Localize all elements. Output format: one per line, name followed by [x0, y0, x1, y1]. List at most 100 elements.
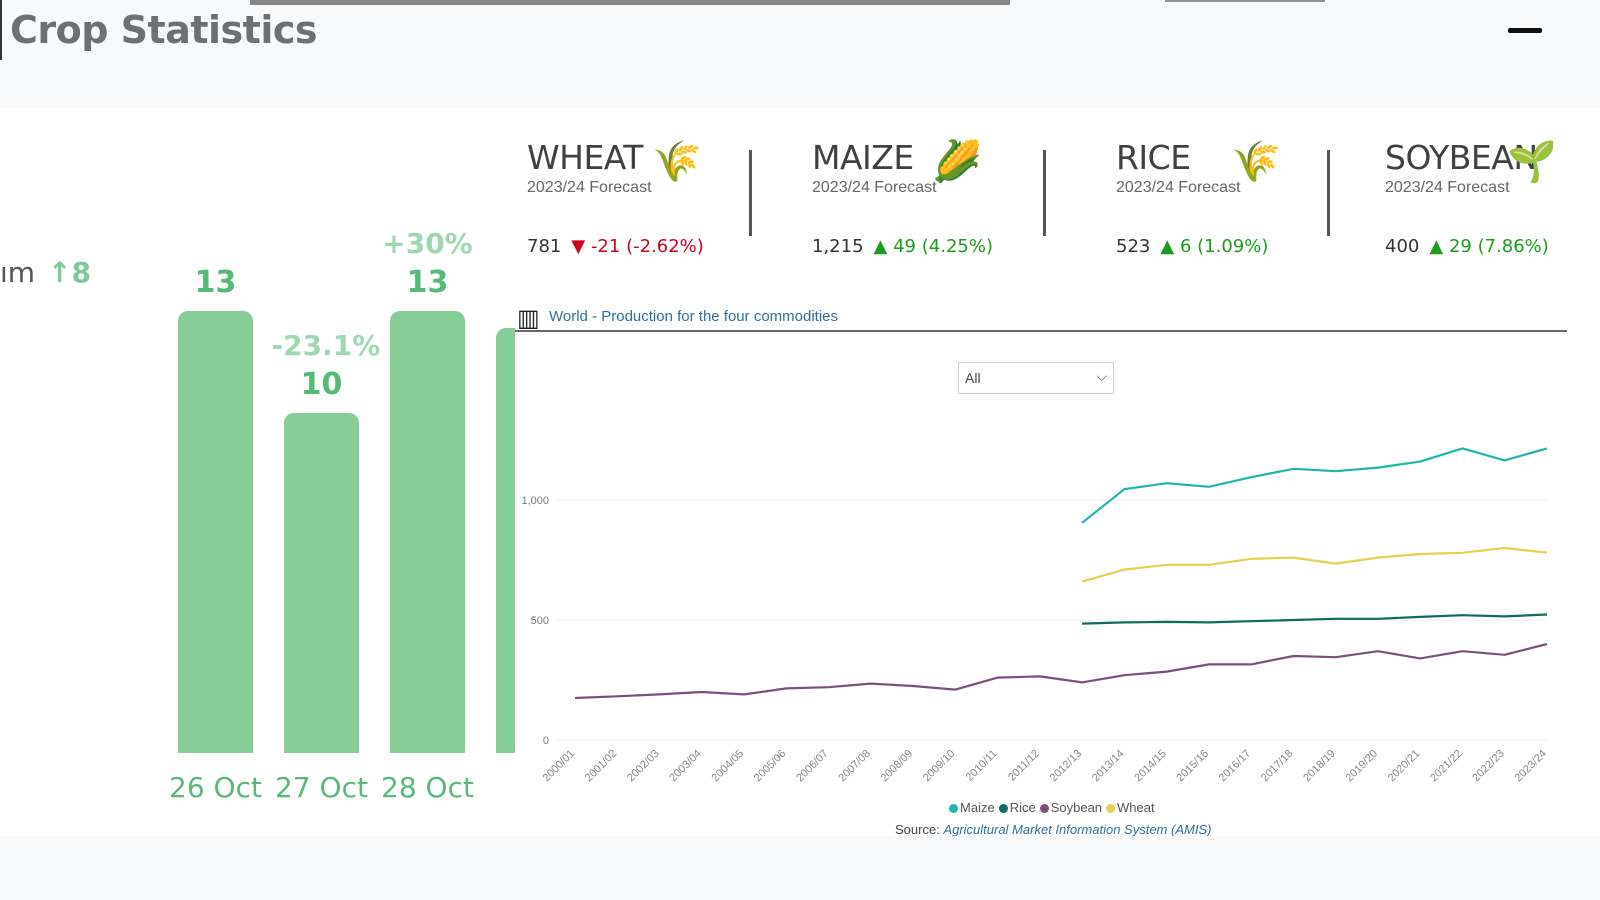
rice-icon: 🌾 [1231, 140, 1281, 184]
kpi-value: 1,215 [812, 236, 864, 257]
chart-source: Source: Agricultural Market Information … [895, 822, 1212, 836]
kpi-name: WHEAT [527, 138, 643, 177]
x-tick-label: 2009/10 [921, 748, 958, 785]
x-tick-label: 2015/16 [1174, 748, 1211, 785]
x-tick-label: 2002/03 [625, 748, 662, 785]
x-tick-label: 2016/17 [1217, 748, 1254, 785]
triangle-up-icon: ▲ [873, 236, 888, 257]
x-tick-label: 2005/06 [752, 748, 789, 785]
kpi-divider [749, 150, 752, 236]
kpi-subtitle: 2023/24 Forecast [1385, 179, 1510, 196]
x-tick-label: 2003/04 [667, 748, 704, 785]
production-line-chart: 05001,0002000/01 2001/02 2002/03 2003/04 200… [521, 447, 1550, 785]
kpi-change: -21 [590, 236, 621, 257]
dropdown-value: All [965, 370, 981, 386]
bar-2[interactable] [390, 311, 465, 753]
x-tick-label: 2004/05 [710, 748, 747, 785]
legend-dot [1039, 804, 1049, 814]
legend-dot [1106, 804, 1116, 814]
kpi-card-rice[interactable]: RICE 2023/24 Forecast 🌾 523 ▲ 6 (1.09%) [1116, 138, 1356, 268]
bar-date-label: 28 Oct [381, 771, 474, 804]
kpi-values: 781 ▼ -21 (-2.62%) [527, 236, 704, 257]
legend-label: Rice [1009, 800, 1036, 815]
legend-item-soybean[interactable]: Soybean [1036, 800, 1102, 815]
chart-title: World - Production for the four commodit… [549, 308, 839, 325]
x-tick-label: 2014/15 [1132, 748, 1169, 785]
kpi-name: SOYBEAN [1385, 138, 1538, 177]
kpi-value: 523 [1116, 236, 1151, 257]
x-tick-label: 2008/09 [879, 748, 916, 785]
legend-item-rice[interactable]: Rice [995, 800, 1036, 815]
series-line-rice[interactable] [1082, 613, 1548, 625]
legend-dot [998, 804, 1008, 814]
x-tick-label: 2010/11 [964, 748, 1000, 784]
kpi-card-maize[interactable]: MAIZE 2023/24 Forecast 🌽 1,215 ▲ 49 (4.25%) [812, 138, 1052, 268]
wheat-icon: 🌾 [652, 140, 702, 184]
bar-0[interactable] [178, 311, 253, 753]
bar-value: 13 [194, 265, 237, 300]
commodity-filter-dropdown[interactable]: All ⌵ [958, 362, 1114, 394]
kpi-percent: (-2.62%) [626, 236, 704, 257]
kpi-card-soybean[interactable]: SOYBEAN 2023/24 Forecast 🌱 400 ▲ 29 (7.86%) [1385, 138, 1600, 268]
bar-chart-icon: ▥ [517, 305, 540, 332]
x-tick-label: 2011/12 [1006, 748, 1042, 784]
bar-date-label: 27 Oct [275, 771, 368, 804]
chevron-down-icon: ⌵ [1096, 368, 1107, 384]
legend-item-wheat[interactable]: Wheat [1102, 800, 1155, 815]
legend-label: Wheat [1117, 800, 1155, 815]
legend-label: Soybean [1050, 800, 1103, 815]
window-edge [0, 0, 2, 60]
x-tick-label: 2022/23 [1470, 748, 1507, 785]
kpi-change: 49 [893, 236, 917, 257]
y-tick-label: 1,000 [521, 495, 549, 507]
kpi-percent: (4.25%) [921, 236, 993, 257]
commodity-dashboard: WHEAT 2023/24 Forecast 🌾 781 ▼ -21 (-2.62%) M… [515, 108, 1600, 836]
series-line-maize[interactable] [1081, 447, 1548, 524]
triangle-down-icon: ▼ [571, 236, 586, 257]
x-tick-label: 2000/01 [541, 748, 578, 785]
x-tick-label: 2019/20 [1343, 748, 1380, 785]
chart-header-rule [515, 330, 1567, 332]
kpi-percent: (1.09%) [1197, 236, 1269, 257]
legend-label: Maize [960, 800, 995, 815]
bar-value: 13 [406, 265, 449, 300]
kpi-values: 1,215 ▲ 49 (4.25%) [812, 236, 993, 257]
kpi-values: 523 ▲ 6 (1.09%) [1116, 236, 1268, 257]
bar-percent-change: +30% [382, 227, 473, 260]
kpi-values: 400 ▲ 29 (7.86%) [1385, 236, 1549, 257]
cropped-heading-2 [1165, 0, 1325, 2]
chart-legend: Maize Rice Soybean Wheat [945, 800, 1155, 815]
y-tick-label: 0 [543, 735, 549, 747]
x-tick-label: 2007/08 [836, 748, 873, 785]
triangle-up-icon: ▲ [1429, 236, 1444, 257]
series-line-soybean[interactable] [574, 642, 1548, 700]
x-tick-label: 2018/19 [1301, 748, 1338, 785]
bar-percent-change: -23.1% [271, 329, 381, 362]
series-line-wheat[interactable] [1081, 546, 1548, 583]
x-tick-label: 2020/21 [1386, 748, 1423, 785]
kpi-value: 781 [527, 236, 562, 257]
minimize-button[interactable] [1508, 28, 1542, 33]
x-tick-label: 2023/24 [1513, 748, 1550, 785]
kpi-card-wheat[interactable]: WHEAT 2023/24 Forecast 🌾 781 ▼ -21 (-2.62%) [527, 138, 767, 268]
x-tick-label: 2006/07 [794, 748, 831, 785]
kpi-value: 400 [1385, 236, 1420, 257]
triangle-up-icon: ▲ [1160, 236, 1175, 257]
legend-item-maize[interactable]: Maize [945, 800, 995, 815]
kpi-change: 29 [1448, 236, 1472, 257]
partial-change: ↑8 [48, 256, 91, 289]
kpi-change: 6 [1179, 236, 1192, 257]
x-tick-label: 2017/18 [1259, 748, 1296, 785]
cropped-heading [250, 0, 1010, 5]
x-tick-label: 2001/02 [583, 748, 620, 785]
page-title: Crop Statistics [10, 8, 317, 52]
legend-dot [949, 804, 958, 814]
daily-bar-chart: ım ↑8 13 26 Oct 10 -23.1% 27 Oct 13 +30% 28 Oct… [0, 108, 520, 836]
x-tick-label: 2013/14 [1090, 748, 1127, 785]
x-tick-label: 2012/13 [1048, 748, 1085, 785]
partial-label: ım [0, 256, 36, 289]
x-tick-label: 2021/22 [1428, 748, 1465, 785]
kpi-subtitle: 2023/24 Forecast [527, 179, 652, 196]
bar-1[interactable] [284, 413, 359, 753]
maize-icon: 🌽 [932, 140, 982, 184]
